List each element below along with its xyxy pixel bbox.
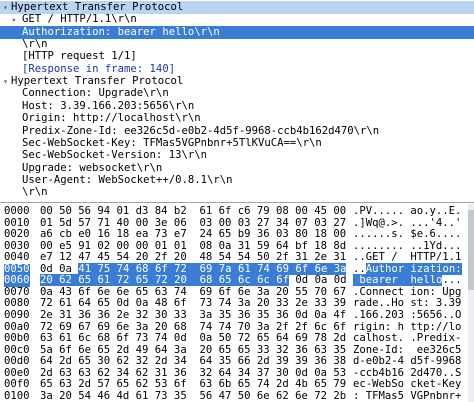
tree-field-row[interactable]: [Response in frame: 140]	[0, 63, 474, 76]
tree-row-text: Sec-WebSocket-Version: 13\r\n	[22, 149, 207, 162]
bytes-ascii[interactable]: : TFMas5 VGPnbnr+	[353, 390, 461, 402]
tree-row-text: Connection: Upgrade\r\n	[22, 87, 169, 100]
tree-row-text: \r\n	[22, 186, 48, 199]
pane-divider[interactable]	[0, 202, 474, 203]
bytes-row[interactable]: 0020 a6 cb e0 16 18 ea 73 e7 24 65 b9 36 …	[0, 229, 474, 241]
expand-arrow-icon[interactable]: ▸	[12, 13, 17, 26]
bytes-scrollbar-thumb[interactable]	[468, 210, 474, 290]
tree-field-row[interactable]: Sec-WebSocket-Version: 13\r\n	[0, 149, 474, 162]
bytes-ascii[interactable]: .166.203 :5656..O	[353, 309, 461, 322]
tree-row-text: GET / HTTP/1.1\r\n	[22, 13, 137, 26]
tree-field-row[interactable]: Connection: Upgrade\r\n	[0, 87, 474, 100]
bytes-offset: 0040	[4, 251, 30, 264]
tree-row-text: \r\n	[22, 38, 48, 51]
tree-row-text: Hypertext Transfer Protocol	[11, 1, 184, 13]
tree-field-row[interactable]: ▸ GET / HTTP/1.1\r\n	[0, 13, 474, 26]
bytes-hex[interactable]: e7 12 47 45 54 20 2f 20 48 54 54 50 2f 3…	[40, 252, 346, 264]
tree-row-text: Origin: http://localhost\r\n	[22, 112, 201, 125]
tree-field-row[interactable]: \r\n	[0, 186, 474, 199]
packet-details-tree: ▾ Hypertext Transfer Protocol ▸ GET / HTTP/…	[0, 0, 474, 200]
tree-row-text: [HTTP request 1/1]	[22, 50, 137, 63]
bytes-row[interactable]: 0000 00 50 56 94 01 d3 84 b2 61 6f c6 79 …	[0, 205, 474, 218]
bytes-offset: 00d0	[4, 355, 30, 368]
bytes-hex[interactable]: a6 cb e0 16 18 ea 73 e7 24 65 b9 36 03 8…	[40, 229, 346, 241]
tree-section-row[interactable]: ▾ Hypertext Transfer Protocol	[0, 75, 474, 88]
bytes-ascii[interactable]: ..GET / HTTP/1.1	[353, 252, 461, 264]
bytes-hex[interactable]: 64 2d 65 30 62 32 2d 34 64 35 66 2d 39 3…	[40, 356, 346, 368]
tree-section-row[interactable]: ▾ Hypertext Transfer Protocol	[0, 1, 474, 14]
bytes-offset: 0100	[4, 389, 30, 402]
tree-row-text: Hypertext Transfer Protocol	[11, 75, 184, 88]
bytes-ascii[interactable]: calhost. .Predix-	[353, 333, 461, 345]
bytes-row[interactable]: 00b0 63 61 6c 68 6f 73 74 0d 0a 50 72 65 …	[0, 333, 474, 345]
tree-field-row[interactable]: Predix-Zone-Id: ee326c5d-e0b2-4d5f-9968-…	[0, 125, 474, 138]
collapse-arrow-icon[interactable]: ▾	[3, 1, 8, 14]
tree-row-text: User-Agent: WebSocket++/0.8.1\r\n	[22, 173, 233, 186]
tree-row-text: Authorization: bearer hello\r\n	[22, 25, 220, 38]
bytes-scrollbar[interactable]	[468, 204, 474, 402]
tree-field-row[interactable]: Upgrade: websocket\r\n	[0, 162, 474, 175]
tree-row-text: Predix-Zone-Id: ee326c5d-e0b2-4d5f-9968-…	[22, 124, 380, 137]
bytes-row[interactable]: 00d0 64 2d 65 30 62 32 2d 34 64 35 66 2d …	[0, 356, 474, 368]
tree-field-row[interactable]: Origin: http://localhost\r\n	[0, 112, 474, 125]
tree-field-row[interactable]: \r\n	[0, 38, 474, 51]
bytes-hex[interactable]: 63 61 6c 68 6f 73 74 0d 0a 50 72 65 64 6…	[40, 333, 346, 345]
bytes-ascii[interactable]: .PV..... ao.y..E.	[353, 205, 461, 218]
tree-row-text: Upgrade: websocket\r\n	[22, 161, 163, 174]
bytes-hex[interactable]: 00 50 56 94 01 d3 84 b2 61 6f c6 79 08 0…	[40, 205, 346, 218]
bytes-offset: 00b0	[4, 332, 30, 345]
bytes-offset: 0000	[4, 205, 30, 217]
tree-field-row[interactable]: Host: 3.39.166.203:5656\r\n	[0, 100, 474, 113]
bytes-ascii[interactable]: ......s. $e.6....	[353, 229, 461, 241]
tree-field-row[interactable]: User-Agent: WebSocket++/0.8.1\r\n	[0, 174, 474, 187]
bytes-row[interactable]: 0100 3a 20 54 46 4d 61 73 35 56 47 50 6e …	[0, 389, 474, 402]
bytes-hex[interactable]: 3a 20 54 46 4d 61 73 35 56 47 50 6e 62 6…	[40, 390, 346, 402]
tree-field-row[interactable]: [HTTP request 1/1]	[0, 50, 474, 63]
bytes-row[interactable]: 0090 2e 31 36 36 2e 32 30 33 3a 35 36 35 …	[0, 308, 474, 322]
tree-row-text: Host: 3.39.166.203:5656\r\n	[22, 99, 195, 112]
tree-field-row[interactable]: Sec-WebSocket-Key: TFMas5VGPnbnr+5TlKVuC…	[0, 137, 474, 150]
tree-row-text: [Response in frame: 140]	[22, 62, 176, 75]
packet-bytes-pane: 0000 00 50 56 94 01 d3 84 b2 61 6f c6 79 …	[0, 204, 474, 402]
bytes-offset: 0090	[4, 308, 30, 321]
bytes-hex[interactable]: 2e 31 36 36 2e 32 30 33 3a 35 36 35 36 0…	[40, 309, 346, 322]
bytes-ascii[interactable]: d-e0b2-4 d5f-9968	[353, 356, 461, 368]
tree-row-text: Sec-WebSocket-Key: TFMas5VGPnbnr+5TlKVuC…	[22, 136, 322, 149]
tree-field-row[interactable]: Authorization: bearer hello\r\n	[0, 25, 474, 39]
bytes-offset: 0020	[4, 228, 30, 241]
collapse-arrow-icon[interactable]: ▾	[3, 75, 8, 88]
